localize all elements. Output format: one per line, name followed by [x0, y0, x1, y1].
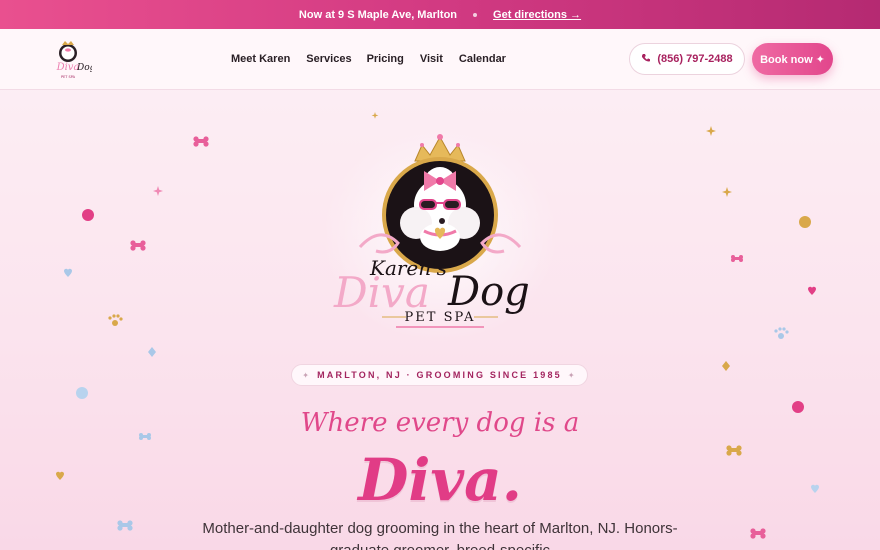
site-header: Diva Dog PET SPA Meet Karen Services Pri… [0, 29, 880, 90]
location-badge: ✦ MARLTON, NJ · GROOMING SINCE 1985 ✦ [291, 364, 588, 386]
nav-pricing[interactable]: Pricing [367, 53, 404, 65]
hero-logo: Karen's Diva Dog PET SPA [320, 125, 560, 345]
nav-visit[interactable]: Visit [420, 53, 443, 65]
hero-headline: Diva. [358, 446, 522, 514]
badge-text: MARLTON, NJ · GROOMING SINCE 1985 [317, 370, 562, 380]
svg-text:Dog: Dog [76, 63, 92, 73]
hero-description: Mother-and-daughter dog grooming in the … [202, 520, 678, 550]
nav-meet-karen[interactable]: Meet Karen [231, 53, 290, 65]
logo-dog-text: Dog [447, 269, 530, 315]
phone-number: (856) 797-2488 [657, 53, 733, 65]
phone-button[interactable]: (856) 797-2488 [629, 43, 745, 75]
svg-text:PET SPA: PET SPA [61, 75, 76, 79]
svg-text:Diva: Diva [56, 62, 80, 73]
nav-services[interactable]: Services [306, 53, 351, 65]
announcement-location: Now at 9 S Maple Ave, Marlton [298, 8, 458, 21]
sparkle-icon: ✦ [302, 370, 312, 380]
nav-calendar[interactable]: Calendar [459, 53, 506, 65]
logo-sub-text: PET SPA [405, 310, 476, 325]
book-now-button[interactable]: Book now ✦ [752, 43, 833, 75]
separator-dot [473, 12, 478, 17]
header-logo[interactable]: Diva Dog PET SPA [44, 39, 96, 81]
hero-tagline: Where every dog is a [300, 408, 580, 438]
announcement-bar: Now at 9 S Maple Ave, Marlton Get direct… [0, 0, 880, 29]
get-directions-link[interactable]: Get directions → [493, 9, 581, 21]
main-nav: Meet Karen Services Pricing Visit Calend… [231, 53, 506, 65]
phone-icon [641, 53, 651, 66]
sparkle-icon: ✦ [567, 370, 577, 380]
